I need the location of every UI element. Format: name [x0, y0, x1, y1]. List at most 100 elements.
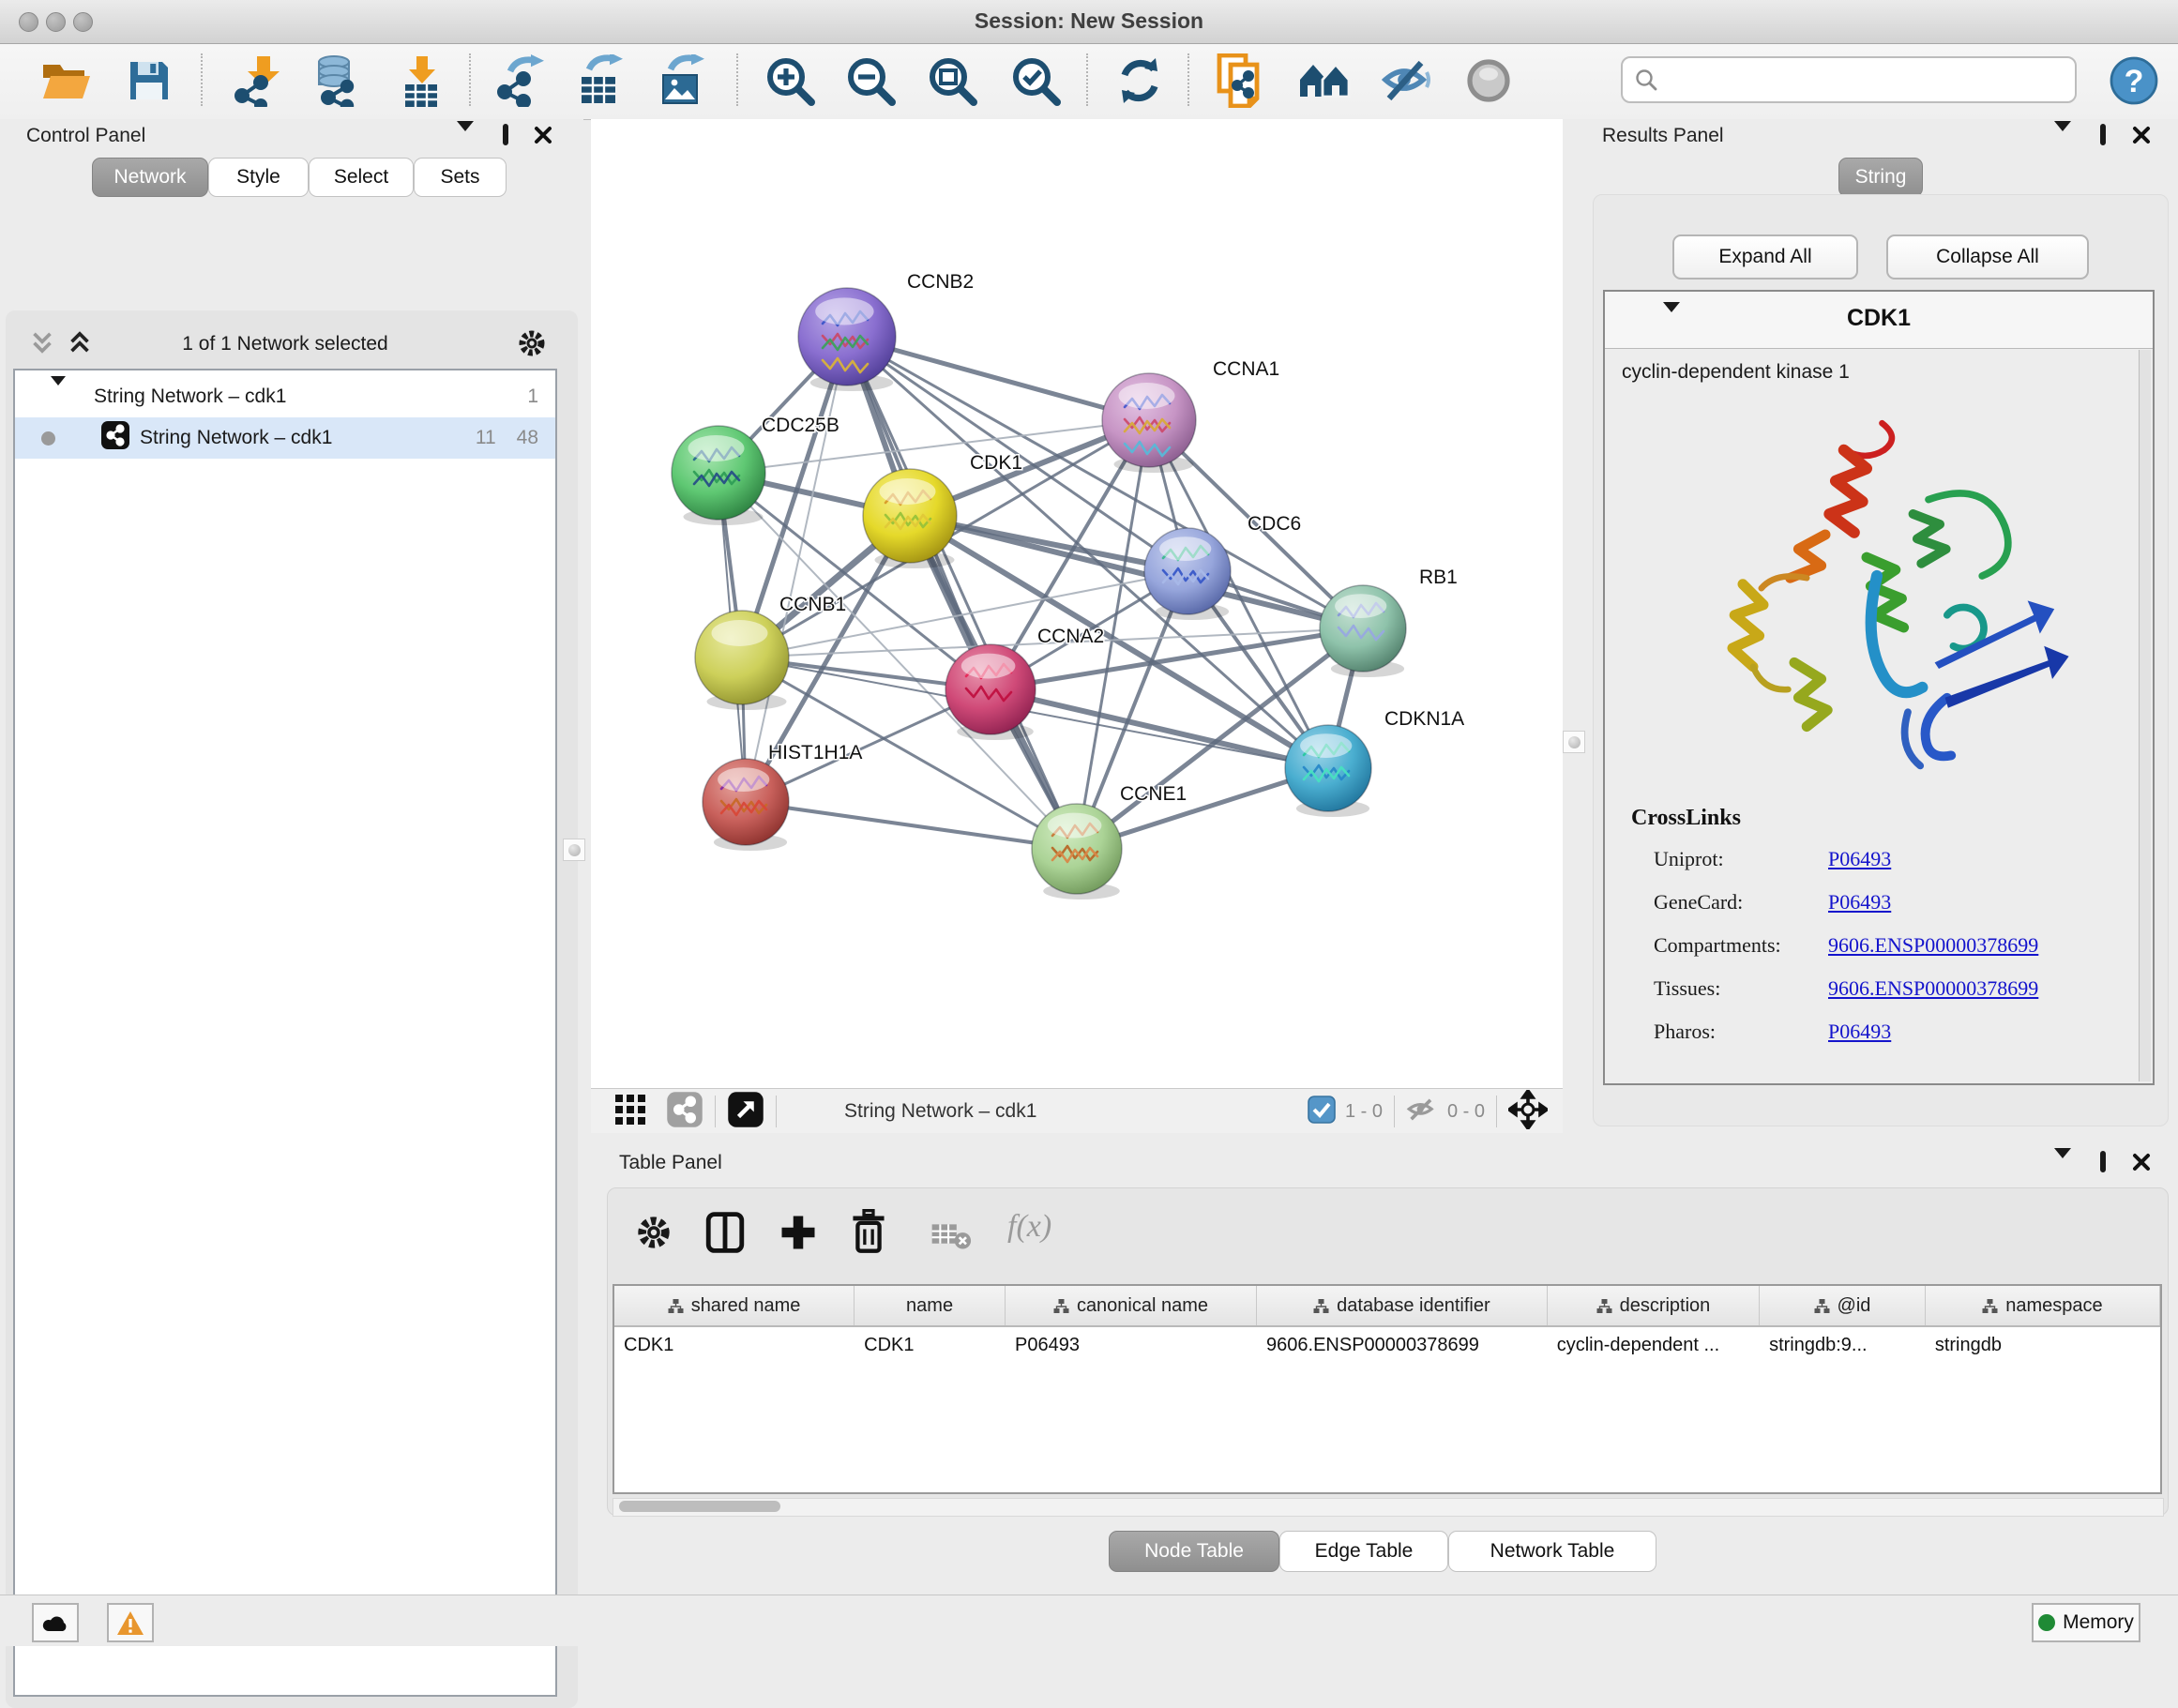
import-network-file-icon[interactable]: [229, 53, 283, 108]
refresh-icon[interactable]: [1112, 53, 1167, 108]
column-header-name[interactable]: name: [855, 1286, 1006, 1325]
panel-close-icon[interactable]: [533, 125, 553, 150]
panel-close-icon[interactable]: [2131, 1152, 2152, 1177]
panel-float-icon[interactable]: [503, 127, 508, 144]
vertical-splitter[interactable]: [1563, 119, 1585, 1088]
network-collection-row[interactable]: String Network – cdk1 1: [15, 376, 555, 417]
panel-menu-icon[interactable]: [2054, 1158, 2071, 1175]
open-session-icon[interactable]: [39, 53, 94, 108]
node-CDC6[interactable]: [1144, 528, 1231, 620]
warnings-button[interactable]: [107, 1603, 154, 1642]
cloud-button[interactable]: [32, 1603, 79, 1642]
node-table[interactable]: shared namenamecanonical namedatabase id…: [613, 1284, 2162, 1494]
network-share-icon[interactable]: [666, 1091, 703, 1133]
hidden-eye-icon[interactable]: [1406, 1096, 1438, 1128]
column-header-shared-name[interactable]: shared name: [614, 1286, 855, 1325]
tab-node-table[interactable]: Node Table: [1109, 1531, 1279, 1572]
help-icon[interactable]: ?: [2107, 53, 2161, 108]
zoom-in-icon[interactable]: [763, 53, 817, 108]
genecard-link[interactable]: P06493: [1828, 890, 1891, 914]
tab-string[interactable]: String: [1838, 158, 1923, 197]
table-cell[interactable]: P06493: [1006, 1327, 1257, 1367]
gear-icon[interactable]: [516, 327, 548, 364]
show-all-eye-icon[interactable]: [1461, 53, 1516, 108]
tree-expander-icon[interactable]: [51, 385, 66, 408]
table-row[interactable]: CDK1CDK1P064939606.ENSP00000378699cyclin…: [614, 1327, 2160, 1367]
zoom-selected-icon[interactable]: [1008, 53, 1063, 108]
memory-button[interactable]: Memory: [2032, 1603, 2140, 1642]
select-columns-icon[interactable]: [705, 1211, 745, 1259]
network-row-selected[interactable]: String Network – cdk1 11 48: [15, 417, 555, 459]
compartments-link[interactable]: 9606.ENSP00000378699: [1828, 933, 2038, 958]
tab-select[interactable]: Select: [309, 158, 414, 197]
tissues-link[interactable]: 9606.ENSP00000378699: [1828, 976, 2038, 1001]
move-crosshair-icon[interactable]: [1508, 1090, 1548, 1134]
edge-CCNB2-HIST1H1A[interactable]: [746, 337, 847, 802]
table-cell[interactable]: cyclin-dependent ...: [1548, 1327, 1760, 1367]
column-header-namespace[interactable]: namespace: [1926, 1286, 2160, 1325]
node-RB1[interactable]: [1320, 585, 1406, 677]
search-field[interactable]: [1658, 68, 2075, 92]
panel-menu-icon[interactable]: [2054, 131, 2071, 148]
import-table-icon[interactable]: [394, 53, 448, 108]
node-CCNE1[interactable]: [1032, 804, 1122, 899]
node-CCNA1[interactable]: [1102, 373, 1196, 473]
tab-sets[interactable]: Sets: [414, 158, 507, 197]
function-builder-icon[interactable]: f(x): [1007, 1209, 1051, 1245]
left-splitter-handle[interactable]: [563, 839, 585, 861]
annotations-icon[interactable]: [1214, 53, 1268, 108]
zoom-fit-icon[interactable]: [925, 53, 979, 108]
export-table-icon[interactable]: [572, 53, 627, 108]
save-session-icon[interactable]: [122, 53, 176, 108]
uniprot-link[interactable]: P06493: [1828, 847, 1891, 871]
tab-network-table[interactable]: Network Table: [1448, 1531, 1656, 1572]
node-CDC25B[interactable]: [672, 426, 765, 525]
add-column-icon[interactable]: [779, 1213, 818, 1257]
node-CCNB2[interactable]: [798, 288, 896, 391]
table-cell[interactable]: CDK1: [855, 1327, 1006, 1367]
scrollbar-thumb[interactable]: [619, 1501, 780, 1512]
column-header--id[interactable]: @id: [1760, 1286, 1926, 1325]
panel-float-icon[interactable]: [2100, 1154, 2106, 1171]
column-header-database-identifier[interactable]: database identifier: [1257, 1286, 1548, 1325]
birds-eye-view-icon[interactable]: [727, 1091, 764, 1133]
home-icon[interactable]: [1297, 53, 1352, 108]
node-CCNB1[interactable]: [695, 611, 789, 710]
zoom-out-icon[interactable]: [843, 53, 898, 108]
table-cell[interactable]: CDK1: [614, 1327, 855, 1367]
expand-all-button[interactable]: Expand All: [1672, 234, 1858, 280]
node-CDK1[interactable]: [863, 469, 957, 568]
panel-menu-icon[interactable]: [457, 131, 474, 148]
node-details-header[interactable]: CDK1: [1605, 292, 2153, 349]
table-cell[interactable]: stringdb: [1926, 1327, 2160, 1367]
delete-column-trash-icon[interactable]: [850, 1209, 887, 1259]
hide-selected-eye-icon[interactable]: [1380, 53, 1434, 108]
results-scrollbar[interactable]: [2139, 350, 2151, 1081]
node-HIST1H1A[interactable]: [703, 759, 789, 851]
selected-checkbox-icon[interactable]: [1308, 1096, 1336, 1128]
edge-HIST1H1A-CCNE1[interactable]: [746, 802, 1077, 849]
table-gear-icon[interactable]: [634, 1213, 673, 1257]
panel-close-icon[interactable]: [2131, 125, 2152, 150]
tab-style[interactable]: Style: [208, 158, 309, 197]
table-cell[interactable]: stringdb:9...: [1760, 1327, 1926, 1367]
search-input[interactable]: [1621, 56, 2077, 103]
table-horizontal-scrollbar[interactable]: [613, 1498, 2164, 1517]
panel-float-icon[interactable]: [2100, 127, 2106, 144]
table-cell[interactable]: 9606.ENSP00000378699: [1257, 1327, 1548, 1367]
collapse-all-button[interactable]: Collapse All: [1886, 234, 2089, 280]
edge-CCNA2-CDKN1A[interactable]: [991, 689, 1328, 768]
column-header-canonical-name[interactable]: canonical name: [1006, 1286, 1257, 1325]
tab-network[interactable]: Network: [92, 158, 208, 197]
column-header-description[interactable]: description: [1548, 1286, 1760, 1325]
tab-edge-table[interactable]: Edge Table: [1279, 1531, 1448, 1572]
import-network-database-icon[interactable]: [308, 53, 362, 108]
delete-table-icon[interactable]: [930, 1220, 972, 1255]
right-splitter-handle[interactable]: [1563, 731, 1585, 753]
node-CDKN1A[interactable]: [1285, 725, 1371, 817]
network-canvas[interactable]: CCNB2CCNA1CDC25BCDK1CDC6RB1CCNB1CCNA2CDK…: [591, 119, 1563, 1088]
export-network-icon[interactable]: [492, 53, 546, 108]
export-image-icon[interactable]: [654, 53, 708, 108]
grid-view-icon[interactable]: [613, 1093, 647, 1131]
pharos-link[interactable]: P06493: [1828, 1020, 1891, 1044]
